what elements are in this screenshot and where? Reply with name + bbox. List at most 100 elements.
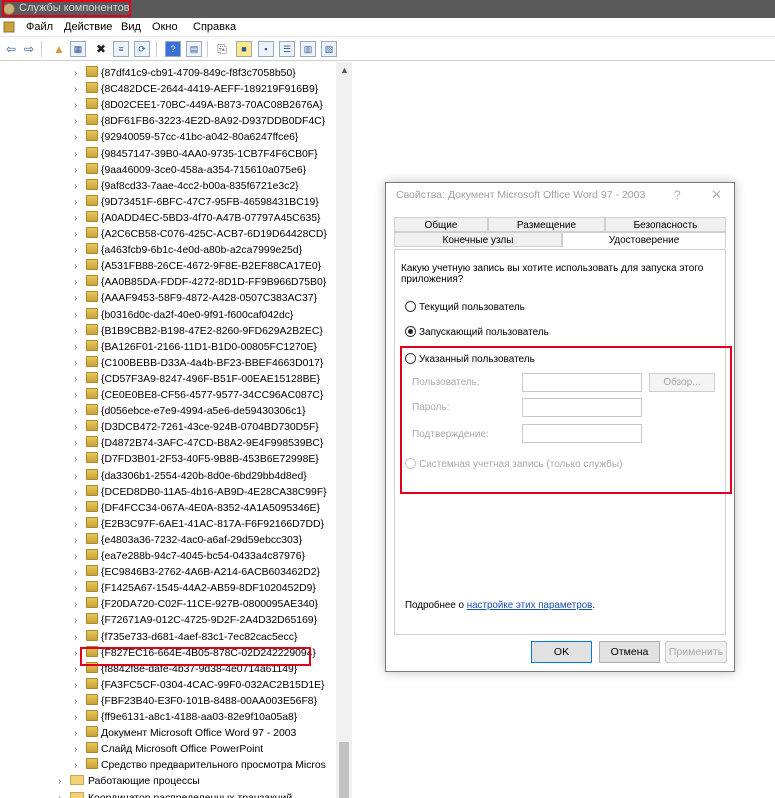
- console-tree-icon[interactable]: ▦: [70, 41, 86, 57]
- tree-item[interactable]: › {F72671A9-012C-4725-9D2F-2A4D32D65169}: [74, 613, 317, 629]
- expand-chevron-icon[interactable]: ›: [74, 533, 86, 549]
- tree-item[interactable]: › {FBF23B40-E3F0-101B-8488-00AA003E56F8}: [74, 693, 317, 710]
- tree-item[interactable]: › {FA3FC5CF-0304-4CAC-99F0-032AC2B15D1E}: [74, 677, 325, 694]
- refresh-icon[interactable]: ⟳: [134, 41, 150, 57]
- menu-view[interactable]: Вид: [121, 21, 141, 33]
- properties-icon[interactable]: ≡: [113, 41, 129, 57]
- tree-item[interactable]: › {A2C6CB58-C076-425C-ACB7-6D19D64428CD}: [74, 227, 327, 243]
- tab-endpoints[interactable]: Конечные узлы: [394, 232, 562, 247]
- menu-action[interactable]: Действие: [64, 21, 112, 33]
- tree-item[interactable]: › {E2B3C97F-6AE1-41AC-817A-F6F92166D7DD}: [74, 516, 324, 533]
- expand-chevron-icon[interactable]: ›: [74, 243, 86, 259]
- expand-chevron-icon[interactable]: ›: [74, 147, 86, 163]
- tree-item[interactable]: › {AAAF9453-58F9-4872-A428-0507C383AC37}: [74, 291, 317, 307]
- apply-button[interactable]: Применить: [665, 641, 727, 663]
- close-icon[interactable]: ✕: [711, 187, 722, 203]
- tree-item[interactable]: › {F20DA720-C02F-11CE-927B-0800095AE340}: [74, 597, 318, 613]
- settings-help-link[interactable]: настройке этих параметров: [467, 600, 593, 611]
- expand-chevron-icon[interactable]: ›: [74, 356, 86, 372]
- tab-security[interactable]: Безопасность: [605, 217, 726, 232]
- expand-chevron-icon[interactable]: ›: [74, 581, 86, 597]
- tree-item[interactable]: › {f735e733-d681-4aef-83c1-7ec82cac5ecc}: [74, 629, 297, 646]
- tree-item[interactable]: › {ea7e288b-94c7-4045-bc54-0433a4c87976}: [74, 549, 305, 565]
- tree-folder[interactable]: › Координатор распределенных транзакций: [58, 791, 292, 798]
- tab-location[interactable]: Размещение: [488, 217, 605, 232]
- expand-chevron-icon[interactable]: ›: [74, 388, 86, 404]
- expand-chevron-icon[interactable]: ›: [74, 501, 86, 517]
- tree-item[interactable]: › {8DF61FB6-3223-4E2D-8A92-D937DDB0DF4C}: [74, 114, 325, 130]
- tree-item[interactable]: › {BA126F01-2166-11D1-B1D0-00805FC1270E}: [74, 339, 317, 356]
- tree-item[interactable]: › {9aa46009-3ce0-458a-a354-715610a075e6}: [74, 162, 306, 179]
- expand-chevron-icon[interactable]: ›: [74, 565, 86, 581]
- expand-chevron-icon[interactable]: ›: [74, 211, 86, 227]
- expand-chevron-icon[interactable]: ›: [74, 597, 86, 613]
- help-button[interactable]: ?: [674, 188, 681, 202]
- tree-item[interactable]: › {92940059-57cc-41bc-a042-80a6247ffce6}: [74, 130, 298, 146]
- expand-chevron-icon[interactable]: ›: [74, 452, 86, 468]
- tree-item[interactable]: › Документ Microsoft Office Word 97 - 200…: [74, 726, 296, 742]
- delete-icon[interactable]: ✖: [93, 41, 109, 57]
- expand-chevron-icon[interactable]: ›: [74, 404, 86, 420]
- ok-button[interactable]: OK: [531, 641, 592, 663]
- radio-current-user[interactable]: Текущий пользователь: [405, 301, 525, 315]
- view-icon[interactable]: ▤: [186, 41, 202, 57]
- menu-window[interactable]: Окно: [152, 21, 178, 33]
- large-icons-icon[interactable]: ■: [236, 41, 252, 57]
- up-folder-icon[interactable]: ▲: [51, 41, 67, 57]
- tree-scrollbar[interactable]: ▲: [336, 62, 352, 798]
- back-arrow-icon[interactable]: ⇦: [3, 41, 19, 57]
- cancel-button[interactable]: Отмена: [599, 641, 660, 663]
- expand-chevron-icon[interactable]: ›: [74, 163, 86, 179]
- details-icon[interactable]: ▥: [300, 41, 316, 57]
- help-icon[interactable]: ?: [165, 41, 181, 57]
- tree-item[interactable]: › {DCED8DB0-11A5-4b16-AB9D-4E28CA38C99F}: [74, 484, 327, 501]
- tab-general[interactable]: Общие: [394, 217, 488, 232]
- expand-chevron-icon[interactable]: ›: [58, 791, 70, 798]
- tree-item[interactable]: › {C100BEBB-D33A-4a4b-BF23-BBEF4663D017}: [74, 355, 323, 372]
- tree-item[interactable]: › {A0ADD4EC-5BD3-4f70-A47B-07797A45C635}: [74, 210, 321, 227]
- tree-item[interactable]: › {CD57F3A9-8247-496F-B51F-00EAE15128BE}: [74, 371, 320, 388]
- expand-chevron-icon[interactable]: ›: [74, 678, 86, 694]
- tree-item[interactable]: › {D3DCB472-7261-43ce-924B-0704BD730D5F}: [74, 420, 319, 436]
- expand-chevron-icon[interactable]: ›: [74, 98, 86, 114]
- tree-item[interactable]: › {D4872B74-3AFC-47CD-B8A2-9E4F998539BC}: [74, 436, 323, 452]
- expand-chevron-icon[interactable]: ›: [74, 195, 86, 211]
- expand-chevron-icon[interactable]: ›: [74, 613, 86, 629]
- expand-chevron-icon[interactable]: ›: [74, 291, 86, 307]
- tree-item[interactable]: › Средство предварительного просмотра Mic…: [74, 758, 326, 774]
- tree-item[interactable]: › {CE0E0BE8-CF56-4577-9577-34CC96AC087C}: [74, 388, 323, 404]
- tree-item[interactable]: › {D7FD3B01-2F53-40F5-9B8B-453B6E72998E}: [74, 452, 319, 468]
- menu-help[interactable]: Справка: [193, 21, 236, 33]
- radio-launching-user[interactable]: Запускающий пользователь: [405, 326, 549, 340]
- radio-circle-checked[interactable]: [405, 326, 416, 337]
- expand-chevron-icon[interactable]: ›: [74, 227, 86, 243]
- menu-file[interactable]: Файл: [26, 21, 53, 33]
- system-menu-icon[interactable]: [3, 21, 15, 33]
- forward-arrow-icon[interactable]: ⇨: [21, 41, 37, 57]
- tree-item[interactable]: › {AA0B85DA-FDDF-4272-8D1D-FF9B966D75B0}: [74, 275, 326, 291]
- list-icon[interactable]: ☰: [279, 41, 295, 57]
- status-icon[interactable]: ▧: [321, 41, 337, 57]
- expand-chevron-icon[interactable]: ›: [74, 340, 86, 356]
- expand-chevron-icon[interactable]: ›: [74, 517, 86, 533]
- expand-chevron-icon[interactable]: ›: [58, 774, 70, 790]
- tab-identity[interactable]: Удостоверение: [562, 232, 726, 248]
- tree-item[interactable]: › {B1B9CBB2-B198-47E2-8260-9FD629A2B2EC}: [74, 323, 323, 340]
- small-icons-icon[interactable]: ▪: [258, 41, 274, 57]
- expand-chevron-icon[interactable]: ›: [74, 758, 86, 774]
- tree-item[interactable]: › {e4803a36-7232-4ac0-a6af-29d59ebcc303}: [74, 532, 302, 549]
- dialog-title-bar[interactable]: Свойства: Документ Microsoft Office Word…: [386, 183, 734, 207]
- expand-chevron-icon[interactable]: ›: [74, 469, 86, 485]
- expand-chevron-icon[interactable]: ›: [74, 179, 86, 195]
- tree-item[interactable]: › {8C482DCE-2644-4419-AEFF-189219F916B9}: [74, 82, 318, 98]
- expand-chevron-icon[interactable]: ›: [74, 308, 86, 324]
- tree-item[interactable]: › {9D73451F-6BFC-47C7-95FB-46598431BC19}: [74, 194, 319, 211]
- expand-chevron-icon[interactable]: ›: [74, 130, 86, 146]
- expand-chevron-icon[interactable]: ›: [74, 82, 86, 98]
- tree-item[interactable]: › {98457147-39B0-4AA0-9735-1CB7F4F6CB0F}: [74, 146, 318, 163]
- expand-chevron-icon[interactable]: ›: [74, 726, 86, 742]
- expand-chevron-icon[interactable]: ›: [74, 259, 86, 275]
- tree-item[interactable]: › {EC9846B3-2762-4A6B-A214-6ACB603462D2}: [74, 565, 320, 581]
- expand-chevron-icon[interactable]: ›: [74, 694, 86, 710]
- tree-item[interactable]: › {F1425A67-1545-44A2-AB59-8DF1020452D9}: [74, 581, 316, 597]
